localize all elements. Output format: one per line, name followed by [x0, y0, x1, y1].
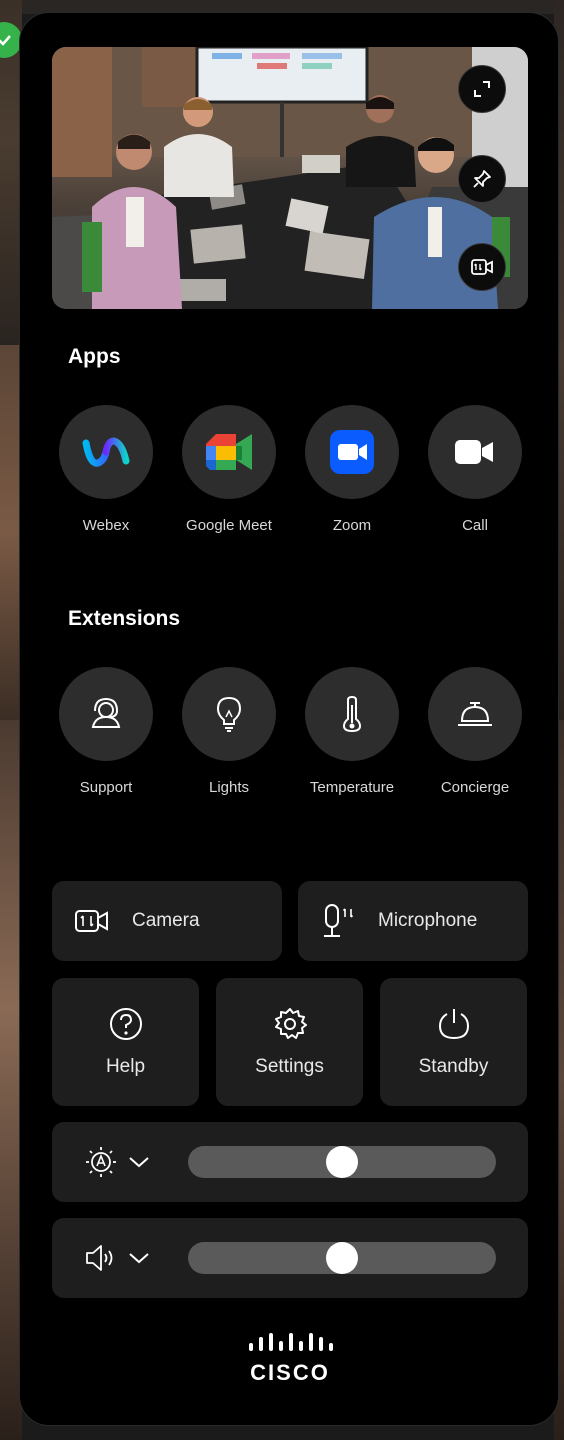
extension-label: Temperature: [309, 779, 395, 796]
microphone-label: Microphone: [378, 910, 478, 931]
extension-temperature-circle[interactable]: [305, 667, 399, 761]
extension-lights-circle[interactable]: [182, 667, 276, 761]
extension-concierge-circle[interactable]: [428, 667, 522, 761]
camera-button[interactable]: Camera: [52, 881, 282, 961]
app-label: Webex: [82, 517, 130, 534]
microphone-icon: [324, 904, 354, 937]
brightness-slider[interactable]: [188, 1146, 496, 1178]
control-panel: Apps Webex Google Meet Zoom Call Extensi…: [19, 12, 559, 1426]
fullscreen-button[interactable]: [458, 65, 506, 113]
app-google-meet[interactable]: Google Meet: [181, 405, 277, 534]
expand-icon: [474, 81, 490, 97]
app-webex[interactable]: Webex: [58, 405, 154, 534]
standby-label: Standby: [418, 1056, 489, 1077]
camera-controls-button[interactable]: [458, 243, 506, 291]
camera-control-icon: [471, 259, 493, 275]
app-label: Google Meet: [186, 517, 272, 534]
call-icon: [455, 440, 493, 464]
support-icon: [91, 697, 121, 728]
help-button[interactable]: Help: [52, 978, 199, 1106]
chevron-down-icon: [129, 1157, 149, 1168]
extensions-grid: Support Lights Temperature Concierge: [58, 667, 522, 796]
app-google-meet-circle[interactable]: [182, 405, 276, 499]
settings-label: Settings: [255, 1056, 324, 1077]
extensions-section-title: Extensions: [68, 607, 181, 630]
extension-label: Support: [79, 779, 133, 796]
camera-icon: [75, 910, 108, 932]
auto-brightness-icon: [86, 1147, 116, 1177]
extension-label: Lights: [208, 779, 250, 796]
concierge-bell-icon: [458, 702, 492, 726]
audio-output-dropdown[interactable]: [84, 1242, 150, 1274]
webex-icon: [82, 437, 130, 467]
pin-icon: [473, 170, 491, 188]
brightness-mode-dropdown[interactable]: [84, 1146, 150, 1178]
cisco-bars-icon: [249, 1333, 333, 1351]
extension-temperature[interactable]: Temperature: [304, 667, 400, 796]
google-meet-icon: [206, 434, 252, 470]
apps-grid: Webex Google Meet Zoom Call: [58, 405, 522, 534]
extension-concierge[interactable]: Concierge: [427, 667, 523, 796]
pin-button[interactable]: [458, 155, 506, 203]
app-zoom[interactable]: Zoom: [304, 405, 400, 534]
self-view-preview[interactable]: [52, 47, 528, 309]
volume-slider-handle[interactable]: [326, 1242, 358, 1274]
app-zoom-circle[interactable]: [305, 405, 399, 499]
help-label: Help: [105, 1056, 146, 1077]
lightbulb-icon: [216, 696, 242, 732]
thermometer-icon: [342, 695, 362, 733]
gear-icon: [274, 1008, 307, 1039]
camera-label: Camera: [132, 910, 200, 931]
apps-section-title: Apps: [68, 345, 121, 368]
extension-label: Concierge: [440, 779, 510, 796]
cisco-logo: CISCO: [245, 1333, 335, 1386]
cisco-wordmark: CISCO: [250, 1360, 330, 1385]
chevron-down-icon: [129, 1253, 149, 1264]
brightness-slider-handle[interactable]: [326, 1146, 358, 1178]
standby-button[interactable]: Standby: [380, 978, 527, 1106]
extension-support[interactable]: Support: [58, 667, 154, 796]
power-icon: [438, 1009, 469, 1040]
app-call-circle[interactable]: [428, 405, 522, 499]
microphone-button[interactable]: Microphone: [298, 881, 528, 961]
app-webex-circle[interactable]: [59, 405, 153, 499]
volume-row: [52, 1218, 528, 1298]
zoom-icon: [330, 430, 374, 474]
help-icon: [109, 1008, 142, 1040]
meeting-room-image: [52, 47, 528, 309]
volume-slider[interactable]: [188, 1242, 496, 1274]
settings-button[interactable]: Settings: [216, 978, 363, 1106]
speaker-icon: [86, 1245, 113, 1271]
app-label: Call: [462, 517, 488, 534]
extension-lights[interactable]: Lights: [181, 667, 277, 796]
app-label: Zoom: [332, 517, 372, 534]
brightness-row: [52, 1122, 528, 1202]
app-call[interactable]: Call: [427, 405, 523, 534]
extension-support-circle[interactable]: [59, 667, 153, 761]
